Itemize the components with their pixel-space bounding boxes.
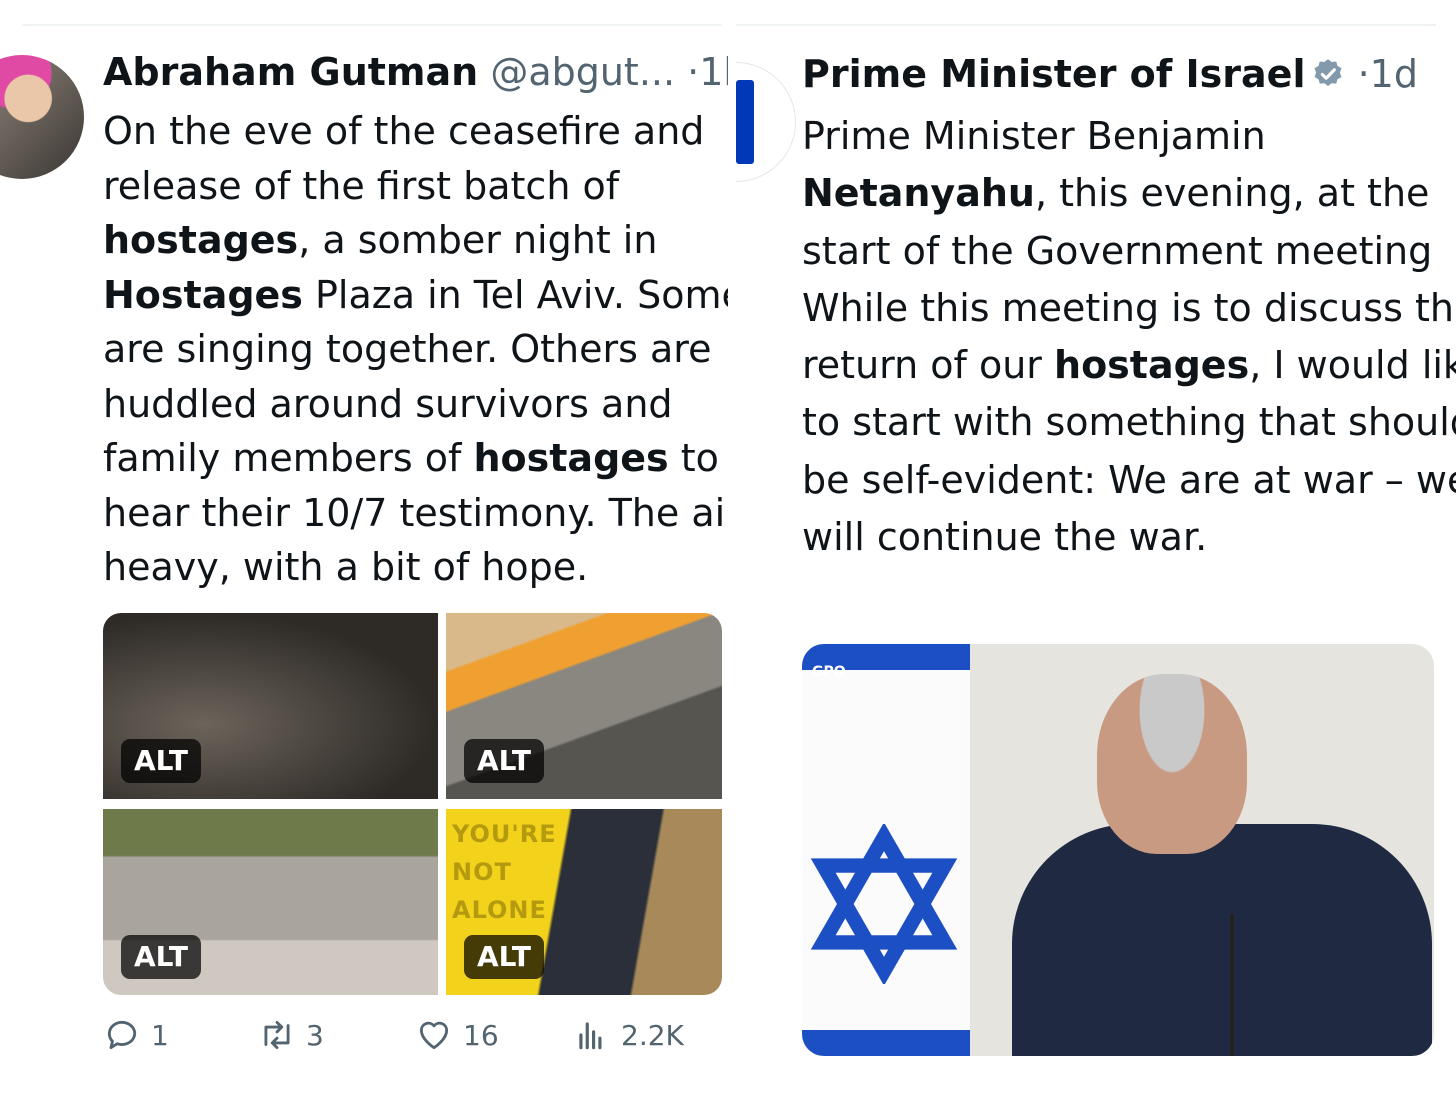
divider xyxy=(736,24,1436,26)
retweet-count: 3 xyxy=(306,1018,324,1052)
watermark: GPO xyxy=(812,664,846,680)
like-button[interactable]: 16 xyxy=(415,1016,499,1054)
tweet-header: Prime Minister of Israel ·1d xyxy=(802,52,1418,96)
text-segment: huddled around survivors and xyxy=(103,381,673,426)
star-of-david-icon xyxy=(810,824,958,984)
text-segment: are singing together. Others are xyxy=(103,327,712,371)
timestamp[interactable]: 1h xyxy=(699,50,728,94)
tweet-header: Abraham Gutman @abgut... ·1h xyxy=(103,50,728,94)
left-tweet: Abraham Gutman @abgut... ·1h On the eve … xyxy=(0,0,728,1093)
text-line: return of our hostages, I would like xyxy=(802,337,1456,394)
text-segment: hear their 10/7 testimony. The air xyxy=(103,490,728,535)
reply-count: 1 xyxy=(151,1018,169,1052)
text-segment: release of the first batch of xyxy=(103,163,620,208)
author-name[interactable]: Prime Minister of Israel xyxy=(802,52,1305,96)
timestamp[interactable]: 1d xyxy=(1370,52,1418,96)
text-line: are singing together. Others are xyxy=(103,322,728,377)
text-line: Hostages Plaza in Tel Aviv. Some xyxy=(103,268,728,323)
text-segment: Prime Minister Benjamin xyxy=(802,114,1266,158)
alt-badge[interactable]: ALT xyxy=(121,739,201,783)
text-line: Netanyahu, this evening, at the xyxy=(802,165,1456,222)
text-line: huddled around survivors and xyxy=(103,377,728,432)
media-image[interactable]: ALT xyxy=(103,809,438,995)
text-line: release of the first batch of xyxy=(103,159,728,214)
action-bar: 1 3 16 2.2K xyxy=(103,1016,703,1066)
text-line: will continue the war. xyxy=(802,509,1456,566)
text-line: Prime Minister Benjamin xyxy=(802,108,1456,165)
text-segment: , a somber night in xyxy=(298,218,658,262)
highlighted-term: Hostages xyxy=(103,272,303,317)
views-button[interactable]: 2.2K xyxy=(573,1016,684,1054)
retweet-button[interactable]: 3 xyxy=(258,1016,324,1054)
highlighted-term: hostages xyxy=(103,218,299,262)
reply-icon xyxy=(107,1020,137,1050)
media-image[interactable]: ALT xyxy=(103,613,438,799)
text-segment: On the eve of the ceasefire and xyxy=(103,109,705,153)
text-line: hostages, a somber night in xyxy=(103,213,728,268)
text-segment: be self-evident: We are at war – we xyxy=(802,457,1456,502)
right-tweet: Prime Minister of Israel ·1d Prime Minis… xyxy=(736,0,1456,1093)
text-segment: family members of xyxy=(103,436,474,480)
view-count: 2.2K xyxy=(621,1018,684,1052)
text-segment: to xyxy=(668,436,719,480)
flag-stripe xyxy=(802,1030,970,1056)
separator: · xyxy=(1357,52,1370,96)
text-segment: , I would like xyxy=(1249,343,1456,388)
media-grid: ALT ALT ALT YOU'RE NOT ALONE ALT xyxy=(103,613,722,995)
text-line: family members of hostages to xyxy=(103,431,728,486)
text-line: be self-evident: We are at war – we xyxy=(802,452,1456,509)
like-icon xyxy=(419,1021,449,1050)
emblem-icon xyxy=(736,80,754,164)
avatar[interactable] xyxy=(0,55,84,179)
text-segment: start of the Government meeting xyxy=(802,228,1433,273)
text-line: heavy, with a bit of hope. xyxy=(103,540,728,595)
separator: · xyxy=(687,50,700,94)
text-line: On the eve of the ceasefire and xyxy=(103,104,728,159)
text-segment: Plaza in Tel Aviv. Some xyxy=(302,272,728,317)
highlighted-term: Netanyahu xyxy=(802,171,1035,216)
text-line: start of the Government meeting xyxy=(802,223,1456,280)
speaker xyxy=(1012,674,1432,1056)
avatar[interactable] xyxy=(736,62,796,182)
text-segment: return of our xyxy=(802,343,1055,388)
verified-badge-icon xyxy=(1315,59,1342,87)
highlighted-term: hostages xyxy=(473,436,669,480)
alt-badge[interactable]: ALT xyxy=(121,935,201,979)
media-image[interactable]: GPO xyxy=(802,644,1434,1056)
tweet-text: Prime Minister Benjamin Netanyahu, this e… xyxy=(802,108,1456,566)
text-segment: While this meeting is to discuss the xyxy=(802,285,1456,330)
author-name[interactable]: Abraham Gutman xyxy=(103,50,478,94)
media-image[interactable]: YOU'RE NOT ALONE ALT xyxy=(446,809,722,995)
like-count: 16 xyxy=(463,1018,499,1052)
flag-image: GPO xyxy=(802,644,970,1056)
text-line: to start with something that should xyxy=(802,394,1456,451)
text-segment: , this evening, at the xyxy=(1034,171,1430,216)
speaker-head xyxy=(1097,674,1247,854)
media-image[interactable]: ALT xyxy=(446,613,722,799)
tweet-text: On the eve of the ceasefire and release o… xyxy=(103,104,728,595)
author-handle[interactable]: @abgut... xyxy=(490,50,675,94)
sign-text: YOU'RE NOT ALONE xyxy=(452,820,557,924)
retweet-icon xyxy=(264,1020,290,1050)
views-icon xyxy=(579,1022,602,1050)
highlighted-term: hostages xyxy=(1054,343,1250,388)
text-segment: heavy, with a bit of hope. xyxy=(103,545,589,589)
divider xyxy=(22,24,722,26)
text-segment: to start with something that should xyxy=(802,400,1456,445)
reply-button[interactable]: 1 xyxy=(103,1016,169,1054)
text-line: hear their 10/7 testimony. The air xyxy=(103,486,728,541)
alt-badge[interactable]: ALT xyxy=(464,935,544,979)
alt-badge[interactable]: ALT xyxy=(464,739,544,783)
speaker-body xyxy=(1012,824,1432,1056)
text-line: While this meeting is to discuss the xyxy=(802,280,1456,337)
text-segment: will continue the war. xyxy=(802,515,1208,560)
microphone xyxy=(1230,914,1234,1056)
